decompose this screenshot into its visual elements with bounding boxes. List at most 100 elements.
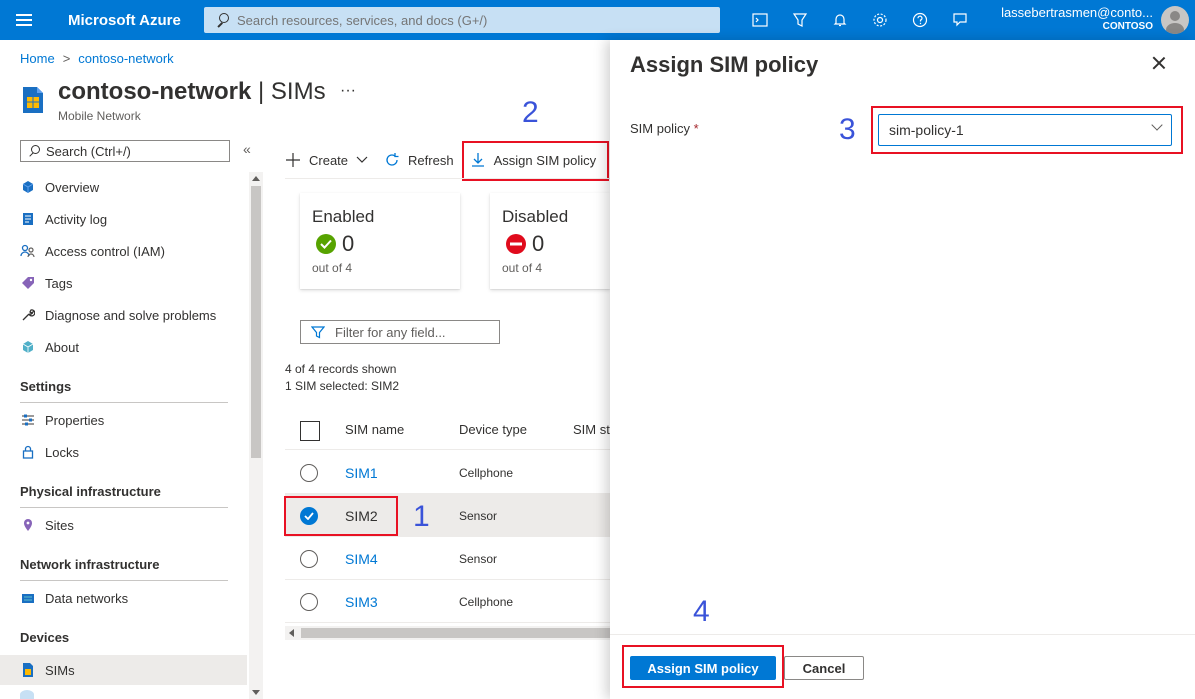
sidebar-item-access-control[interactable]: Access control (IAM): [0, 236, 247, 266]
global-search[interactable]: [204, 7, 720, 33]
column-sim-name[interactable]: SIM name: [345, 422, 404, 437]
column-sim-state[interactable]: SIM st: [573, 422, 610, 437]
collapse-sidebar-icon[interactable]: «: [243, 141, 251, 157]
sidebar-item-about[interactable]: About: [0, 332, 247, 362]
sim-name-link[interactable]: SIM3: [345, 594, 378, 610]
table-row[interactable]: SIM3 Cellphone: [285, 580, 610, 623]
scroll-down-icon[interactable]: [252, 690, 260, 695]
refresh-button[interactable]: Refresh: [384, 152, 454, 168]
select-all-checkbox[interactable]: [300, 421, 320, 441]
scroll-up-icon[interactable]: [252, 176, 260, 181]
plus-icon: [285, 152, 301, 168]
divider: [20, 580, 228, 581]
step-4-highlight: [622, 645, 784, 688]
row-radio[interactable]: [300, 550, 318, 568]
more-options-icon[interactable]: ···: [340, 82, 356, 100]
location-pin-icon: [20, 517, 36, 533]
chevron-down-icon: [356, 156, 368, 164]
settings-gear-icon[interactable]: [860, 0, 900, 40]
grid-horizontal-scrollbar[interactable]: [285, 626, 610, 640]
search-icon: [27, 144, 40, 158]
scroll-thumb[interactable]: [301, 628, 610, 638]
sidebar-item-locks[interactable]: Locks: [0, 437, 247, 467]
brand-name[interactable]: Microsoft Azure: [68, 12, 204, 29]
step-number-2: 2: [522, 96, 539, 129]
cancel-button[interactable]: Cancel: [784, 656, 864, 680]
page-title-resource: contoso-network: [58, 78, 252, 105]
sidebar-scrollbar[interactable]: [249, 172, 263, 699]
help-icon[interactable]: [900, 0, 940, 40]
notifications-icon[interactable]: [820, 0, 860, 40]
filter-placeholder: Filter for any field...: [335, 324, 446, 340]
avatar[interactable]: [1161, 6, 1189, 34]
account-info[interactable]: lassebertrasmen@conto... CONTOSO: [1001, 6, 1153, 34]
step-number-1: 1: [413, 500, 430, 533]
partial-nav-icon: [20, 690, 34, 699]
wrench-icon: [20, 307, 36, 323]
filter-input[interactable]: Filter for any field...: [300, 320, 500, 344]
device-type: Sensor: [459, 552, 498, 566]
tag-icon: [20, 275, 36, 291]
table-row[interactable]: SIM1 Cellphone: [285, 451, 610, 494]
divider: [285, 178, 610, 179]
page-subtitle: Mobile Network: [58, 109, 141, 123]
cube-icon: [20, 339, 36, 355]
divider: [20, 402, 228, 403]
divider: [610, 634, 1195, 635]
create-button[interactable]: Create: [285, 152, 368, 168]
sidebar-item-label: Activity log: [45, 211, 108, 227]
sidebar-search[interactable]: Search (Ctrl+/): [20, 140, 230, 162]
records-info: 4 of 4 records shown 1 SIM selected: SIM…: [285, 361, 399, 395]
breadcrumb-home[interactable]: Home: [20, 51, 55, 66]
directory-filter-icon[interactable]: [780, 0, 820, 40]
sidebar-item-label: Data networks: [45, 590, 129, 606]
assign-sim-policy-panel: Assign SIM policy SIM policy * 3 sim-pol…: [610, 40, 1195, 699]
top-bar: Microsoft Azure lassebertrasmen@conto...…: [0, 0, 1195, 40]
success-check-icon: [316, 234, 336, 254]
device-type: Cellphone: [459, 595, 514, 609]
sim-name-link[interactable]: SIM4: [345, 551, 378, 567]
blocked-icon: [506, 234, 526, 254]
divider: [20, 507, 228, 508]
close-icon[interactable]: [1150, 54, 1168, 72]
search-icon: [215, 13, 229, 27]
sidebar-item-sites[interactable]: Sites: [0, 510, 247, 540]
page-title: contoso-network | SIMs: [58, 78, 326, 105]
scroll-left-icon[interactable]: [289, 629, 294, 637]
row-radio[interactable]: [300, 464, 318, 482]
properties-icon: [20, 412, 36, 428]
sim-name-link[interactable]: SIM1: [345, 465, 378, 481]
sidebar-item-properties[interactable]: Properties: [0, 405, 247, 435]
sidebar-item-label: Overview: [45, 179, 100, 195]
sim-policy-label-text: SIM policy: [630, 121, 690, 136]
sidebar-item-overview[interactable]: Overview: [0, 172, 247, 202]
sidebar-item-data-networks[interactable]: Data networks: [0, 583, 247, 613]
lock-icon: [20, 444, 36, 460]
mobile-network-icon: [20, 86, 46, 114]
cloud-shell-icon[interactable]: [740, 0, 780, 40]
card-title: Enabled: [312, 207, 375, 226]
table-row[interactable]: SIM4 Sensor: [285, 537, 610, 580]
global-search-input[interactable]: [237, 12, 717, 28]
data-network-icon: [20, 590, 36, 606]
column-device-type[interactable]: Device type: [459, 422, 527, 437]
breadcrumb-resource[interactable]: contoso-network: [78, 51, 173, 66]
sidebar-item-activity-log[interactable]: Activity log: [0, 204, 247, 234]
sidebar-item-label: SIMs: [45, 662, 75, 678]
sidebar-item-diagnose[interactable]: Diagnose and solve problems: [0, 300, 247, 330]
card-subtitle: out of 4: [312, 261, 353, 275]
sidebar-item-tags[interactable]: Tags: [0, 268, 247, 298]
step-2-highlight: [462, 141, 609, 181]
sidebar-search-placeholder: Search (Ctrl+/): [46, 143, 131, 159]
sidebar-item-sims[interactable]: SIMs: [0, 655, 247, 685]
scroll-thumb[interactable]: [251, 186, 261, 458]
grid-header: SIM name Device type SIM st: [285, 410, 610, 450]
row-radio[interactable]: [300, 593, 318, 611]
menu-icon[interactable]: [0, 0, 48, 40]
step-number-3: 3: [839, 113, 856, 146]
filter-icon: [311, 325, 325, 339]
device-type: Cellphone: [459, 466, 514, 480]
sidebar-section-network: Network infrastructure: [20, 557, 160, 572]
breadcrumb: Home > contoso-network: [20, 51, 174, 66]
feedback-icon[interactable]: [940, 0, 980, 40]
